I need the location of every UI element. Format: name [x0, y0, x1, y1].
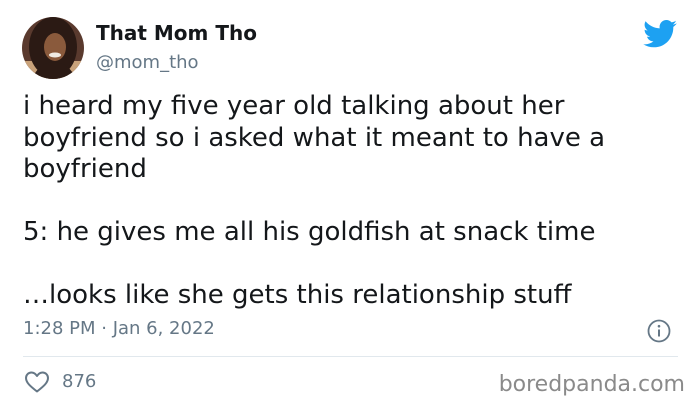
like-count[interactable]: 876: [62, 371, 96, 392]
tweet-body: i heard my five year old talking about h…: [23, 91, 673, 312]
twitter-bird-icon[interactable]: [643, 20, 677, 48]
profile-photo-icon: [22, 17, 84, 79]
heart-icon[interactable]: [24, 370, 50, 394]
tweet-timestamp[interactable]: 1:28 PM · Jan 6, 2022: [23, 318, 215, 339]
tweet-paragraph: 5: he gives me all his goldfish at snack…: [23, 217, 596, 247]
divider: [23, 356, 678, 357]
tweet-paragraph: …looks like she gets this relationship s…: [23, 280, 572, 310]
avatar[interactable]: [22, 17, 84, 79]
author-name[interactable]: That Mom Tho: [96, 21, 257, 45]
author-handle[interactable]: @mom_tho: [96, 52, 199, 73]
tweet-paragraph: i heard my five year old talking about h…: [23, 91, 606, 184]
watermark: boredpanda.com: [498, 372, 685, 397]
info-icon[interactable]: [647, 319, 671, 343]
